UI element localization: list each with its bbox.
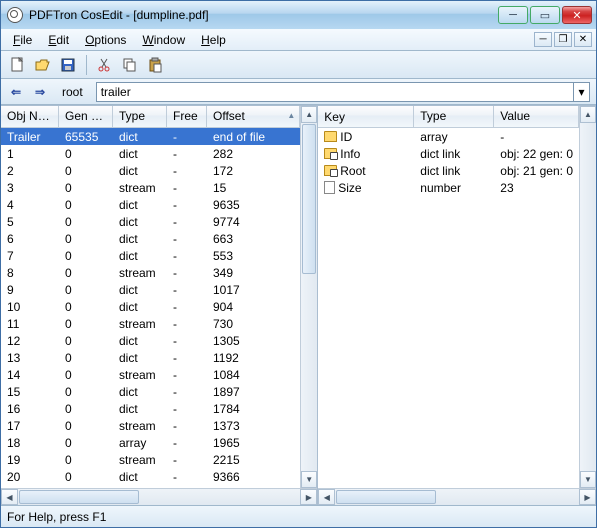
detail-pane: Key Type Value IDarray-Infodict linkobj:… <box>318 106 596 505</box>
save-icon[interactable] <box>57 54 79 76</box>
folder-link-icon <box>324 165 337 176</box>
col-gen-num[interactable]: Gen N... <box>59 106 113 127</box>
table-row[interactable]: 20dict-172 <box>1 162 300 179</box>
path-text: trailer <box>101 85 131 99</box>
left-body[interactable]: Trailer65535dict-end of file10dict-28220… <box>1 128 300 488</box>
menu-window[interactable]: Window <box>134 31 193 49</box>
col-key[interactable]: Key <box>318 106 414 127</box>
titlebar[interactable]: PDFTron CosEdit - [dumpline.pdf] ─ ▭ ✕ <box>1 1 596 29</box>
window-title: PDFTron CosEdit - [dumpline.pdf] <box>29 8 498 22</box>
list-item[interactable]: Sizenumber23 <box>318 179 579 196</box>
table-row[interactable]: 140stream-1084 <box>1 366 300 383</box>
close-button[interactable]: ✕ <box>562 6 592 24</box>
left-hscrollbar[interactable]: ◀ ▶ <box>1 488 317 505</box>
left-header: Obj Nu... Gen N... Type Free Offset <box>1 106 300 128</box>
table-row[interactable]: 130dict-1192 <box>1 349 300 366</box>
table-row[interactable]: 80stream-349 <box>1 264 300 281</box>
new-icon[interactable] <box>7 54 29 76</box>
scroll-left-icon[interactable]: ◀ <box>1 489 18 505</box>
right-vscrollbar[interactable]: ▲ ▼ <box>579 106 596 488</box>
col-obj-num[interactable]: Obj Nu... <box>1 106 59 127</box>
status-text: For Help, press F1 <box>7 510 106 524</box>
folder-icon <box>324 131 337 142</box>
hscroll-thumb[interactable] <box>19 490 139 504</box>
mdi-restore-button[interactable]: ❐ <box>554 32 572 47</box>
scroll-left-icon[interactable]: ◀ <box>318 489 335 505</box>
scroll-up-icon[interactable]: ▲ <box>301 106 317 123</box>
table-row[interactable]: 10dict-282 <box>1 145 300 162</box>
table-row[interactable]: 120dict-1305 <box>1 332 300 349</box>
table-row[interactable]: 190stream-2215 <box>1 451 300 468</box>
table-row[interactable]: 150dict-1897 <box>1 383 300 400</box>
forward-arrow-icon[interactable]: ⇒ <box>31 83 49 101</box>
navbar: ⇐ ⇒ root trailer ▾ <box>1 79 596 105</box>
table-row[interactable]: 100dict-904 <box>1 298 300 315</box>
menubar: File Edit Options Window Help ─ ❐ ✕ <box>1 29 596 51</box>
menu-file[interactable]: File <box>5 31 40 49</box>
right-header: Key Type Value <box>318 106 579 128</box>
breadcrumb-root[interactable]: root <box>55 83 90 101</box>
app-icon <box>7 7 23 23</box>
scroll-up-icon[interactable]: ▲ <box>580 106 596 123</box>
scroll-down-icon[interactable]: ▼ <box>580 471 596 488</box>
list-item[interactable]: IDarray- <box>318 128 579 145</box>
path-combobox[interactable]: trailer ▾ <box>96 82 590 102</box>
table-row[interactable]: 170stream-1373 <box>1 417 300 434</box>
mdi-minimize-button[interactable]: ─ <box>534 32 552 47</box>
scroll-right-icon[interactable]: ▶ <box>300 489 317 505</box>
col-value[interactable]: Value <box>494 106 579 127</box>
table-row[interactable]: 40dict-9635 <box>1 196 300 213</box>
mdi-controls: ─ ❐ ✕ <box>534 32 592 47</box>
table-row[interactable]: 50dict-9774 <box>1 213 300 230</box>
copy-icon[interactable] <box>119 54 141 76</box>
menu-edit[interactable]: Edit <box>40 31 77 49</box>
table-row[interactable]: 110stream-730 <box>1 315 300 332</box>
object-table-pane: Obj Nu... Gen N... Type Free Offset Trai… <box>1 106 318 505</box>
hscroll-thumb[interactable] <box>336 490 436 504</box>
minimize-button[interactable]: ─ <box>498 6 528 24</box>
list-item[interactable]: Rootdict linkobj: 21 gen: 0 <box>318 162 579 179</box>
table-row[interactable]: 60dict-663 <box>1 230 300 247</box>
scroll-right-icon[interactable]: ▶ <box>579 489 596 505</box>
paste-icon[interactable] <box>144 54 166 76</box>
cut-icon[interactable] <box>94 54 116 76</box>
toolbar <box>1 51 596 79</box>
page-icon <box>324 181 335 194</box>
maximize-button[interactable]: ▭ <box>530 6 560 24</box>
col-free[interactable]: Free <box>167 106 207 127</box>
right-hscrollbar[interactable]: ◀ ▶ <box>318 488 596 505</box>
table-row[interactable]: 200dict-9366 <box>1 468 300 485</box>
mdi-close-button[interactable]: ✕ <box>574 32 592 47</box>
scroll-down-icon[interactable]: ▼ <box>301 471 317 488</box>
col-offset[interactable]: Offset <box>207 106 300 127</box>
menu-help[interactable]: Help <box>193 31 234 49</box>
list-item[interactable]: Infodict linkobj: 22 gen: 0 <box>318 145 579 162</box>
statusbar: For Help, press F1 <box>1 505 596 527</box>
chevron-down-icon[interactable]: ▾ <box>573 83 589 101</box>
table-row[interactable]: 30stream-15 <box>1 179 300 196</box>
table-row[interactable]: 70dict-553 <box>1 247 300 264</box>
table-row[interactable]: 180array-1965 <box>1 434 300 451</box>
table-row[interactable]: 90dict-1017 <box>1 281 300 298</box>
table-row[interactable]: 160dict-1784 <box>1 400 300 417</box>
menu-options[interactable]: Options <box>77 31 134 49</box>
back-arrow-icon[interactable]: ⇐ <box>7 83 25 101</box>
open-icon[interactable] <box>32 54 54 76</box>
col-type[interactable]: Type <box>113 106 167 127</box>
table-row[interactable]: Trailer65535dict-end of file <box>1 128 300 145</box>
folder-link-icon <box>324 148 337 159</box>
content-panes: Obj Nu... Gen N... Type Free Offset Trai… <box>1 105 596 505</box>
col-rtype[interactable]: Type <box>414 106 494 127</box>
app-window: PDFTron CosEdit - [dumpline.pdf] ─ ▭ ✕ F… <box>0 0 597 528</box>
scroll-thumb[interactable] <box>302 124 316 274</box>
window-controls: ─ ▭ ✕ <box>498 6 592 24</box>
right-body[interactable]: IDarray-Infodict linkobj: 22 gen: 0Rootd… <box>318 128 579 488</box>
left-vscrollbar[interactable]: ▲ ▼ <box>300 106 317 488</box>
